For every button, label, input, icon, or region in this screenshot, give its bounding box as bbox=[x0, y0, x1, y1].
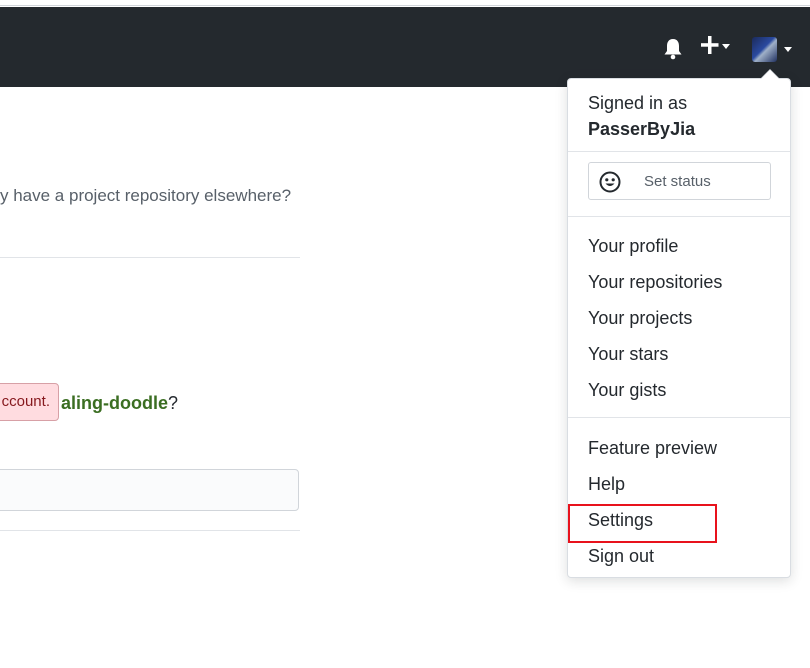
chevron-down-icon bbox=[722, 44, 730, 49]
repo-question: aling-doodle? bbox=[61, 393, 178, 414]
dropdown-caret-fill bbox=[761, 70, 779, 79]
menu-item-sign-out[interactable]: Sign out bbox=[568, 540, 790, 574]
divider bbox=[0, 257, 300, 258]
user-dropdown-menu: Signed in as PasserByJia Set status Your… bbox=[567, 78, 791, 578]
bell-icon[interactable] bbox=[662, 37, 684, 61]
divider bbox=[568, 216, 790, 217]
settings-highlight-box bbox=[568, 504, 717, 543]
menu-item-label: Your profile bbox=[588, 236, 679, 256]
menu-item-label: Your gists bbox=[588, 380, 667, 400]
menu-item-your-stars[interactable]: Your stars bbox=[568, 338, 790, 372]
flash-message: ccount. bbox=[0, 383, 59, 421]
menu-item-label: Help bbox=[588, 474, 626, 494]
divider bbox=[0, 530, 300, 531]
set-status-button[interactable]: Set status bbox=[588, 162, 771, 200]
menu-item-label: Your stars bbox=[588, 344, 669, 364]
avatar bbox=[752, 37, 777, 62]
menu-item-label: Your repositories bbox=[588, 272, 723, 292]
menu-item-your-gists[interactable]: Your gists bbox=[568, 374, 790, 408]
chevron-down-icon bbox=[784, 47, 792, 52]
divider bbox=[568, 151, 790, 152]
username: PasserByJia bbox=[588, 119, 696, 139]
menu-item-your-projects[interactable]: Your projects bbox=[568, 302, 790, 336]
menu-item-your-profile[interactable]: Your profile bbox=[568, 230, 790, 264]
intro-text: y have a project repository elsewhere? bbox=[0, 186, 292, 205]
menu-item-help[interactable]: Help bbox=[568, 468, 790, 502]
menu-item-feature-preview[interactable]: Feature preview bbox=[568, 432, 790, 466]
text-input[interactable] bbox=[0, 469, 299, 511]
plus-icon bbox=[701, 36, 719, 54]
create-new-button[interactable] bbox=[700, 35, 734, 61]
browser-top-strip bbox=[0, 0, 810, 6]
user-menu-button[interactable] bbox=[752, 37, 794, 63]
repo-link[interactable]: aling-doodle bbox=[61, 393, 168, 413]
smiley-icon bbox=[599, 171, 621, 193]
top-header bbox=[0, 7, 810, 87]
divider bbox=[568, 417, 790, 418]
set-status-label: Set status bbox=[644, 173, 711, 190]
menu-item-label: Your projects bbox=[588, 308, 693, 328]
menu-item-your-repositories[interactable]: Your repositories bbox=[568, 266, 790, 300]
menu-item-label: Feature preview bbox=[588, 438, 718, 458]
signed-in-label: Signed in as bbox=[588, 93, 688, 113]
repo-question-mark: ? bbox=[168, 393, 179, 413]
menu-item-label: Sign out bbox=[588, 546, 655, 566]
